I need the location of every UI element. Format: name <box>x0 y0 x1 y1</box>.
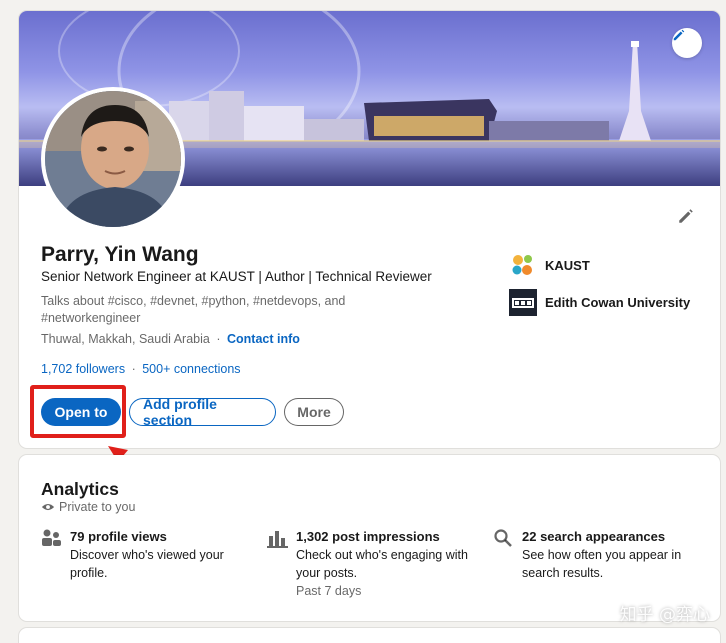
profile-avatar[interactable] <box>41 87 185 231</box>
profile-location: Thuwal, Makkah, Saudi Arabia <box>41 332 210 346</box>
kaust-logo-icon <box>509 252 537 279</box>
network-stats: 1,702 followers · 500+ connections <box>41 362 241 376</box>
metric-description: Check out who's engaging with your posts… <box>296 548 468 580</box>
analytics-card: Analytics Private to you 79 profile view… <box>19 455 720 621</box>
metric-description: See how often you appear in search resul… <box>522 548 682 580</box>
org-item-ecu[interactable]: Edith Cowan University <box>509 289 690 316</box>
org-name: KAUST <box>545 258 590 273</box>
next-section-card <box>19 628 720 643</box>
watermark-text: 知乎 @弈心 <box>619 605 710 625</box>
edit-banner-button[interactable] <box>672 28 702 58</box>
separator-dot: · <box>131 362 136 376</box>
people-icon <box>42 529 61 546</box>
metric-period: Past 7 days <box>296 584 362 598</box>
metric-title: 79 profile views <box>70 529 167 544</box>
separator-dot: · <box>216 332 221 346</box>
metric-title: 22 search appearances <box>522 529 666 544</box>
metric-description: Discover who's viewed your profile. <box>70 548 224 580</box>
pencil-icon <box>679 209 693 223</box>
profile-headline: Senior Network Engineer at KAUST | Autho… <box>41 269 432 284</box>
eye-icon <box>41 503 55 511</box>
organizations-list: KAUST Edith Cowan University <box>509 252 690 326</box>
metric-title: 1,302 post impressions <box>296 529 440 544</box>
analytics-privacy: Private to you <box>41 500 135 514</box>
followers-link[interactable]: 1,702 followers <box>41 362 125 376</box>
connections-link[interactable]: 500+ connections <box>142 362 240 376</box>
edit-intro-button[interactable] <box>674 204 698 228</box>
ecu-logo-icon <box>509 289 537 316</box>
profile-name: Parry, Yin Wang <box>41 243 199 266</box>
org-name: Edith Cowan University <box>545 295 691 310</box>
search-icon <box>494 529 512 547</box>
location-row: Thuwal, Makkah, Saudi Arabia · Contact i… <box>41 332 300 346</box>
annotation-highlight-box <box>30 385 126 438</box>
privacy-label: Private to you <box>59 500 136 514</box>
profile-card: Parry, Yin Wang Senior Network Engineer … <box>19 11 720 448</box>
bar-chart-icon <box>267 531 288 548</box>
profile-topics: Talks about #cisco, #devnet, #python, #n… <box>41 294 346 325</box>
analytics-title: Analytics <box>41 479 119 499</box>
contact-info-link[interactable]: Contact info <box>227 332 300 346</box>
more-button[interactable]: More <box>284 398 344 426</box>
avatar-photo <box>45 91 181 227</box>
org-item-kaust[interactable]: KAUST <box>509 252 690 279</box>
pencil-icon <box>673 29 685 41</box>
add-profile-section-button[interactable]: Add profile section <box>129 396 276 428</box>
